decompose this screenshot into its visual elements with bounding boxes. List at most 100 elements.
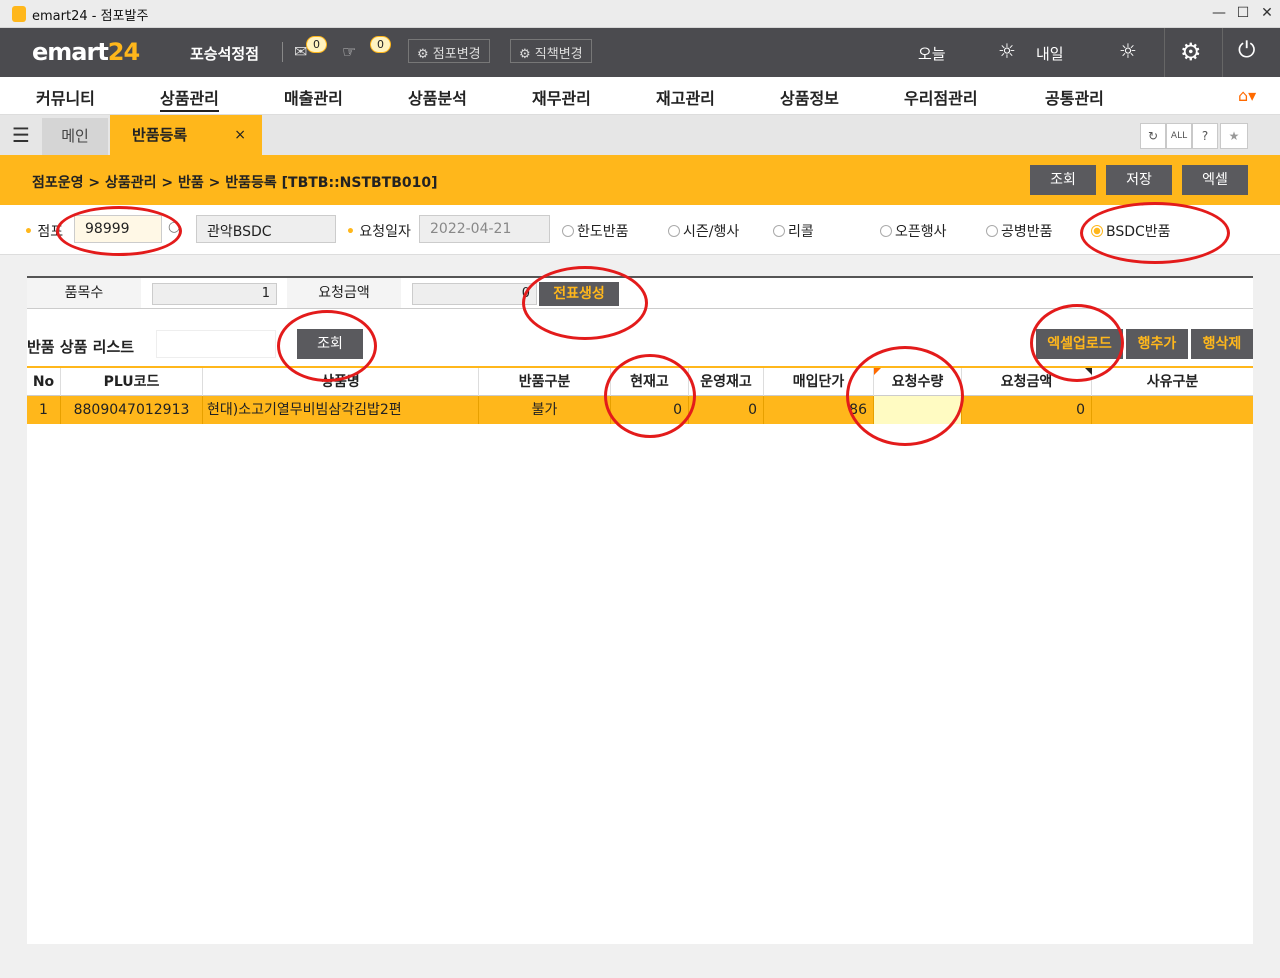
col-op-stock[interactable]: 운영재고 <box>689 368 764 396</box>
radio-open-event[interactable]: 오픈행사 <box>880 221 947 241</box>
nav-item-common-mgmt[interactable]: 공통관리 <box>1045 85 1104 109</box>
create-slip-button[interactable]: 전표생성 <box>539 282 619 306</box>
store-search-icon[interactable]: ○ <box>168 219 180 235</box>
tomorrow-label[interactable]: 내일 <box>1036 43 1064 64</box>
excel-button[interactable]: 엑셀 <box>1182 165 1248 195</box>
sun-icon[interactable]: ☼ <box>998 39 1016 63</box>
store-change-button[interactable]: ⚙ 점포변경 <box>408 39 490 63</box>
tab-label: 반품등록 <box>132 126 188 144</box>
divider <box>282 42 283 62</box>
message-count-badge: 0 <box>306 36 327 53</box>
editable-corner-marker <box>874 368 881 375</box>
summary-bar: 품목수 1 요청금액 0 전표생성 <box>27 276 1253 309</box>
radio-bsdc-return[interactable]: BSDC반품 <box>1091 221 1171 241</box>
nav-item-community[interactable]: 커뮤니티 <box>36 85 95 109</box>
col-return-type[interactable]: 반품구분 <box>479 368 611 396</box>
window-title: emart24 - 점포발주 <box>32 9 149 24</box>
divider <box>1164 28 1165 77</box>
nav-item-product-info[interactable]: 상품정보 <box>780 85 839 109</box>
radio-limit-return[interactable]: 한도반품 <box>562 221 629 241</box>
store-label: • 점포 <box>24 224 64 240</box>
table-row[interactable]: 1 8809047012913 현대)소고기열무비빔삼각김밥2편 불가 0 0 … <box>27 396 1253 424</box>
close-window-icon[interactable]: ✕ <box>1258 4 1276 22</box>
home-icon[interactable]: ⌂▾ <box>1238 86 1256 105</box>
col-current-stock[interactable]: 현재고 <box>611 368 689 396</box>
request-amount-label: 요청금액 <box>287 278 401 308</box>
main-nav: 커뮤니티 상품관리 매출관리 상품분석 재무관리 재고관리 상품정보 우리점관리… <box>0 77 1280 115</box>
col-request-qty[interactable]: 요청수량 <box>874 368 962 396</box>
breadcrumb: 점포운영 > 상품관리 > 반품 > 반품등록 [TBTB::NSTBTB010… <box>32 175 438 191</box>
cell-reason[interactable] <box>1092 396 1253 424</box>
cell-current-stock: 0 <box>611 396 689 424</box>
role-change-label: 직책변경 <box>534 47 583 62</box>
tab-return-registration[interactable]: 반품등록 × <box>110 115 262 155</box>
app-header: emart24 포승석정점 ✉ 0 ☞ 0 ⚙ 점포변경 ⚙ 직책변경 오늘 ☼… <box>0 28 1280 77</box>
search-button[interactable]: 조회 <box>1030 165 1096 195</box>
list-search-button[interactable]: 조회 <box>297 329 363 359</box>
today-label[interactable]: 오늘 <box>918 43 946 64</box>
close-tab-icon[interactable]: × <box>234 115 246 155</box>
cell-product-name: 현대)소고기열무비빔삼각김밥2편 <box>203 396 479 424</box>
nav-item-store-mgmt[interactable]: 우리점관리 <box>904 85 978 109</box>
sun-icon[interactable]: ☼ <box>1119 39 1137 63</box>
cell-no: 1 <box>27 396 61 424</box>
col-product-name[interactable]: 상품명 <box>203 368 479 396</box>
excel-upload-button[interactable]: 엑셀업로드 <box>1036 329 1123 359</box>
brand-logo: emart24 <box>32 38 140 66</box>
cell-return-type: 불가 <box>479 396 611 424</box>
hand-count-badge: 0 <box>370 36 391 53</box>
item-count-label: 품목수 <box>27 278 141 308</box>
tab-bar: ☰ 메인 반품등록 × ↻ ALL ? ★ <box>0 115 1280 155</box>
tab-main[interactable]: 메인 <box>42 118 108 155</box>
radio-recall[interactable]: 리콜 <box>773 221 814 241</box>
nav-item-sales-mgmt[interactable]: 매출관리 <box>284 85 343 109</box>
cell-request-qty-input[interactable] <box>874 396 962 424</box>
hand-icon[interactable]: ☞ <box>342 42 356 61</box>
refresh-icon[interactable]: ↻ <box>1140 123 1166 149</box>
list-title: 반품 상품 리스트 <box>27 338 135 356</box>
gear-icon: ⚙ <box>519 47 531 62</box>
help-icon[interactable]: ? <box>1192 123 1218 149</box>
request-amount-value: 0 <box>412 283 537 305</box>
minimize-icon[interactable]: — <box>1210 4 1228 22</box>
grid-header: No PLU코드 상품명 반품구분 현재고 운영재고 매입단가 요청수량 요청금… <box>27 366 1253 396</box>
radio-bottle-return[interactable]: 공병반품 <box>986 221 1053 241</box>
app-logo-icon <box>12 6 26 22</box>
brand-number: 24 <box>107 38 140 66</box>
request-date-field[interactable]: 2022-04-21 <box>419 215 550 243</box>
store-change-label: 점포변경 <box>432 47 481 62</box>
save-button[interactable]: 저장 <box>1106 165 1172 195</box>
breadcrumb-bar: 점포운영 > 상품관리 > 반품 > 반품등록 [TBTB::NSTBTB010… <box>0 155 1280 205</box>
store-code-input[interactable]: 98999 <box>74 215 162 243</box>
favorite-star-icon[interactable]: ★ <box>1220 123 1248 149</box>
window-titlebar: emart24 - 점포발주 — ☐ ✕ <box>0 0 1280 28</box>
cell-request-amount: 0 <box>962 396 1092 424</box>
col-plu-code[interactable]: PLU코드 <box>61 368 203 396</box>
add-row-button[interactable]: 행추가 <box>1126 329 1188 359</box>
cell-op-stock: 0 <box>689 396 764 424</box>
brand-text: emart <box>32 38 109 66</box>
nav-item-inventory-mgmt[interactable]: 재고관리 <box>656 85 715 109</box>
store-name: 포승석정점 <box>190 45 260 63</box>
col-no[interactable]: No <box>27 368 61 396</box>
nav-item-finance-mgmt[interactable]: 재무관리 <box>532 85 591 109</box>
delete-row-button[interactable]: 행삭제 <box>1191 329 1253 359</box>
col-reason[interactable]: 사유구분 <box>1092 368 1253 396</box>
col-request-amount[interactable]: 요청금액 <box>962 368 1092 396</box>
date-label: • 요청일자 <box>346 224 411 240</box>
col-unit-price[interactable]: 매입단가 <box>764 368 874 396</box>
nav-item-product-mgmt[interactable]: 상품관리 <box>160 85 219 112</box>
divider <box>1222 28 1223 77</box>
gear-icon: ⚙ <box>417 47 429 62</box>
settings-gear-icon[interactable]: ⚙ <box>1180 38 1202 66</box>
close-all-icon[interactable]: ALL <box>1166 123 1192 149</box>
list-search-input[interactable] <box>156 330 276 358</box>
cell-plu-code: 8809047012913 <box>61 396 203 424</box>
item-count-value: 1 <box>152 283 277 305</box>
role-change-button[interactable]: ⚙ 직책변경 <box>510 39 592 63</box>
radio-season-event[interactable]: 시즌/행사 <box>668 221 739 241</box>
nav-item-product-analysis[interactable]: 상품분석 <box>408 85 467 109</box>
maximize-icon[interactable]: ☐ <box>1234 4 1252 22</box>
power-icon[interactable]: ⏻ <box>1238 38 1255 63</box>
menu-hamburger-icon[interactable]: ☰ <box>12 123 30 147</box>
